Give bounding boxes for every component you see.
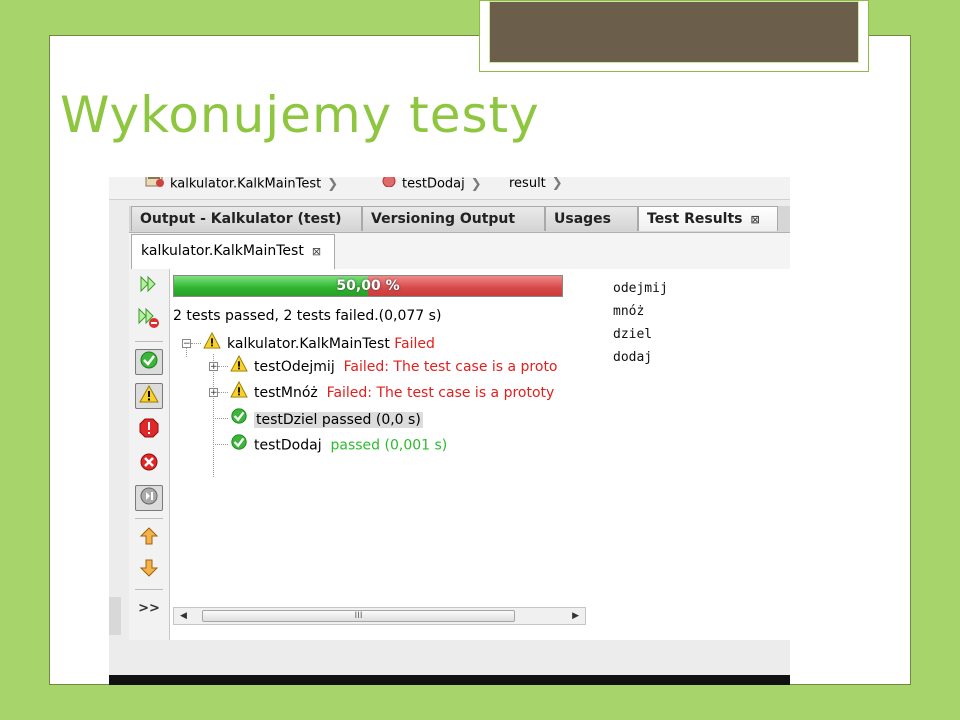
- output-line: odejmij: [613, 281, 668, 296]
- expand-icon[interactable]: +: [209, 388, 218, 398]
- tab-output[interactable]: Output - Kalkulator (test): [131, 206, 362, 231]
- warning-icon: [230, 380, 248, 405]
- previous-failure-button[interactable]: [135, 525, 163, 551]
- decorative-tab-inner: [489, 1, 859, 63]
- output-line: dziel: [613, 327, 653, 342]
- breadcrumb: kalkulator.KalkMainTest ❯ testDodaj ❯ resu…: [109, 177, 790, 200]
- passed-icon: [230, 433, 248, 458]
- test-progress-bar: 50,00 %: [173, 275, 563, 297]
- rerun-icon: [139, 275, 159, 297]
- tree-row-suite[interactable]: kalkulator.KalkMainTest Failed: [203, 331, 435, 356]
- show-passed-icon: [139, 350, 159, 374]
- breadcrumb-item-result[interactable]: result ❯: [509, 177, 563, 195]
- show-failed-button[interactable]: [135, 383, 163, 409]
- suite-name: kalkulator.KalkMainTest: [227, 336, 390, 352]
- warning-icon: [203, 331, 221, 356]
- decorative-tab: [479, 0, 869, 72]
- tree-row-test[interactable]: testDodaj passed (0,001 s): [230, 433, 447, 455]
- netbeans-screenshot: kalkulator.KalkMainTest ❯ testDodaj ❯ resu…: [109, 177, 790, 685]
- test-name-selected: testDziel passed (0,0 s): [254, 411, 423, 428]
- method-icon: [381, 177, 397, 195]
- warning-icon: [139, 384, 159, 408]
- test-name: testDodaj: [254, 437, 322, 454]
- close-icon[interactable]: ⊠: [750, 213, 759, 226]
- tree-row-test[interactable]: testMnóż Failed: The test case is a prot…: [230, 380, 555, 405]
- breadcrumb-label: testDodaj: [402, 177, 465, 192]
- aborted-icon: [139, 452, 159, 476]
- show-aborted-button[interactable]: [135, 451, 163, 477]
- tab-test-results[interactable]: Test Results ⊠: [638, 206, 778, 231]
- tab-versioning-output[interactable]: Versioning Output: [362, 206, 545, 231]
- breadcrumb-item-method[interactable]: testDodaj ❯: [381, 177, 482, 195]
- arrow-down-icon: [139, 558, 159, 582]
- output-tab-strip: Output - Kalkulator (test) Versioning Ou…: [129, 206, 790, 233]
- tree-row-test[interactable]: testDziel passed (0,0 s): [230, 407, 423, 429]
- test-status: Failed: The test case is a prototy: [326, 385, 555, 401]
- arrow-up-icon: [139, 526, 159, 550]
- next-failure-button[interactable]: [135, 557, 163, 583]
- tab-kalkmaintest[interactable]: kalkulator.KalkMainTest ⊠: [131, 234, 335, 269]
- test-results-tree: 2 tests passed, 2 tests failed.(0,077 s)…: [173, 299, 586, 609]
- passed-icon: [230, 407, 248, 432]
- toolbar-separator: [135, 518, 163, 519]
- slide-title: Wykonujemy testy: [60, 86, 540, 144]
- test-results-panel: >> 50,00 % 2 tests passed, 2 tests faile…: [129, 269, 587, 640]
- show-skipped-button[interactable]: [135, 485, 163, 511]
- toolbar-separator: [135, 341, 163, 342]
- breadcrumb-separator: ❯: [551, 177, 563, 191]
- tree-line: [218, 392, 228, 393]
- screenshot-bottom-edge: [109, 675, 790, 685]
- tree-line: [213, 354, 214, 477]
- close-icon[interactable]: ⊠: [312, 245, 321, 258]
- tree-line: [213, 418, 228, 419]
- tab-label: kalkulator.KalkMainTest: [141, 243, 304, 259]
- breadcrumb-item-class[interactable]: kalkulator.KalkMainTest ❯: [145, 177, 338, 195]
- test-class-icon: [145, 177, 165, 195]
- test-output-panel: odejmij mnóż dziel dodaj: [586, 269, 790, 640]
- test-results-toolbar: >>: [129, 269, 170, 640]
- tree-line: [218, 366, 228, 367]
- tab-label: Output - Kalkulator (test): [140, 211, 342, 227]
- test-suite-tab-strip: kalkulator.KalkMainTest ⊠: [129, 233, 790, 270]
- expand-icon[interactable]: +: [209, 362, 218, 372]
- warning-icon: [230, 354, 248, 379]
- scroll-left-icon[interactable]: ◀: [180, 611, 187, 621]
- results-summary: 2 tests passed, 2 tests failed.(0,077 s): [173, 308, 442, 324]
- show-error-button[interactable]: [135, 417, 163, 443]
- test-status: Failed: The test case is a proto: [343, 359, 558, 375]
- error-icon: [139, 418, 159, 442]
- scroll-right-icon[interactable]: ▶: [572, 611, 579, 621]
- tab-usages[interactable]: Usages: [545, 206, 638, 231]
- suite-status: Failed: [394, 336, 435, 352]
- tree-line: [191, 343, 201, 344]
- tree-line: [213, 444, 228, 445]
- scrollbar-thumb[interactable]: III: [202, 610, 515, 622]
- progress-label: 50,00 %: [336, 278, 400, 294]
- breadcrumb-separator: ❯: [470, 177, 482, 192]
- tab-label: Test Results: [647, 211, 743, 227]
- rerun-failed-button[interactable]: [135, 307, 163, 333]
- side-panel-stub: [109, 597, 121, 635]
- chevron-more-icon: >>: [138, 600, 160, 616]
- breadcrumb-label: result: [509, 177, 546, 191]
- collapse-icon[interactable]: −: [182, 339, 191, 349]
- tab-label: Versioning Output: [371, 211, 516, 227]
- test-name: testOdejmij: [254, 359, 335, 375]
- output-line: mnóż: [613, 304, 645, 319]
- more-toolbar-button[interactable]: >>: [135, 595, 163, 621]
- breadcrumb-label: kalkulator.KalkMainTest: [170, 177, 322, 192]
- rerun-failed-icon: [138, 307, 160, 333]
- tab-label: Usages: [554, 211, 611, 227]
- toolbar-separator: [135, 589, 163, 590]
- breadcrumb-separator: ❯: [327, 177, 339, 192]
- tree-row-test[interactable]: testOdejmij Failed: The test case is a p…: [230, 354, 558, 379]
- test-name: testMnóż: [254, 385, 318, 401]
- rerun-button[interactable]: [135, 273, 163, 299]
- skipped-icon: [139, 486, 159, 510]
- show-passed-button[interactable]: [135, 349, 163, 375]
- output-line: dodaj: [613, 350, 653, 365]
- test-status: passed (0,001 s): [330, 437, 448, 454]
- horizontal-scrollbar[interactable]: ◀ III ▶: [173, 607, 586, 625]
